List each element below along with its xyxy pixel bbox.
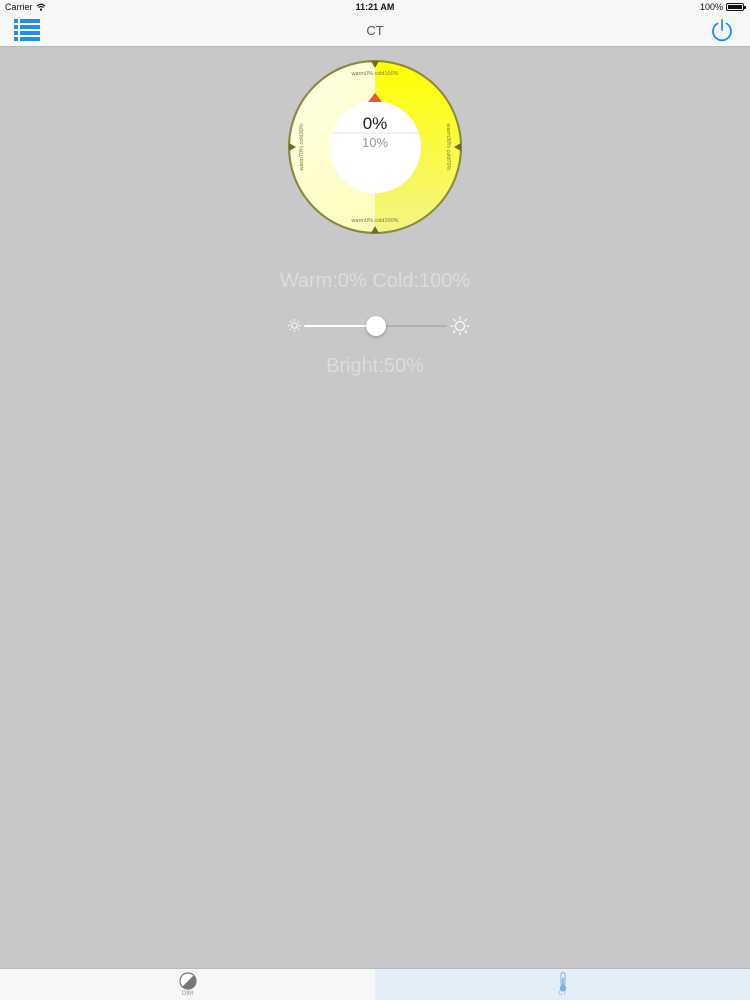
color-temp-label: Warm:0% Cold:100% xyxy=(279,270,471,292)
page-title: CT xyxy=(366,23,384,38)
thermometer-icon xyxy=(559,972,566,992)
battery-group: 100% xyxy=(699,2,746,12)
brightness-slider[interactable] xyxy=(304,316,447,336)
sun-small-icon xyxy=(287,318,302,333)
dim-icon xyxy=(178,972,197,990)
power-button[interactable] xyxy=(709,17,735,43)
tab-ct-label: CT xyxy=(558,991,567,997)
nav-bar: CT xyxy=(0,14,750,47)
color-temp-dial[interactable]: warm0% cold100% warm30% cold70% warm0% c… xyxy=(287,59,463,235)
brightness-label: Bright:50% xyxy=(326,355,424,377)
power-icon xyxy=(712,19,732,42)
brightness-slider-thumb[interactable] xyxy=(365,316,386,336)
status-time: 11:21 AM xyxy=(355,2,395,12)
ring-label-top: warm0% cold100% xyxy=(350,71,398,77)
tab-bar: DIM CT xyxy=(0,968,750,1000)
tab-ct[interactable]: CT xyxy=(375,969,750,1000)
tab-dim-label: DIM xyxy=(182,991,193,997)
battery-icon xyxy=(726,3,746,11)
ct-screen: Carrier 11:21 AM 100% CT warm0% cold100%… xyxy=(0,0,750,1000)
dial-value: 0% xyxy=(362,114,388,133)
battery-percent: 100% xyxy=(699,2,723,12)
dial-sub-value: 10% xyxy=(361,135,389,150)
brightness-slider-row xyxy=(285,313,470,339)
ring-label-bottom: warm0% cold100% xyxy=(350,218,398,224)
sun-large-icon xyxy=(450,316,470,336)
status-bar: Carrier 11:21 AM 100% xyxy=(0,0,750,14)
tab-dim[interactable]: DIM xyxy=(0,969,375,1000)
